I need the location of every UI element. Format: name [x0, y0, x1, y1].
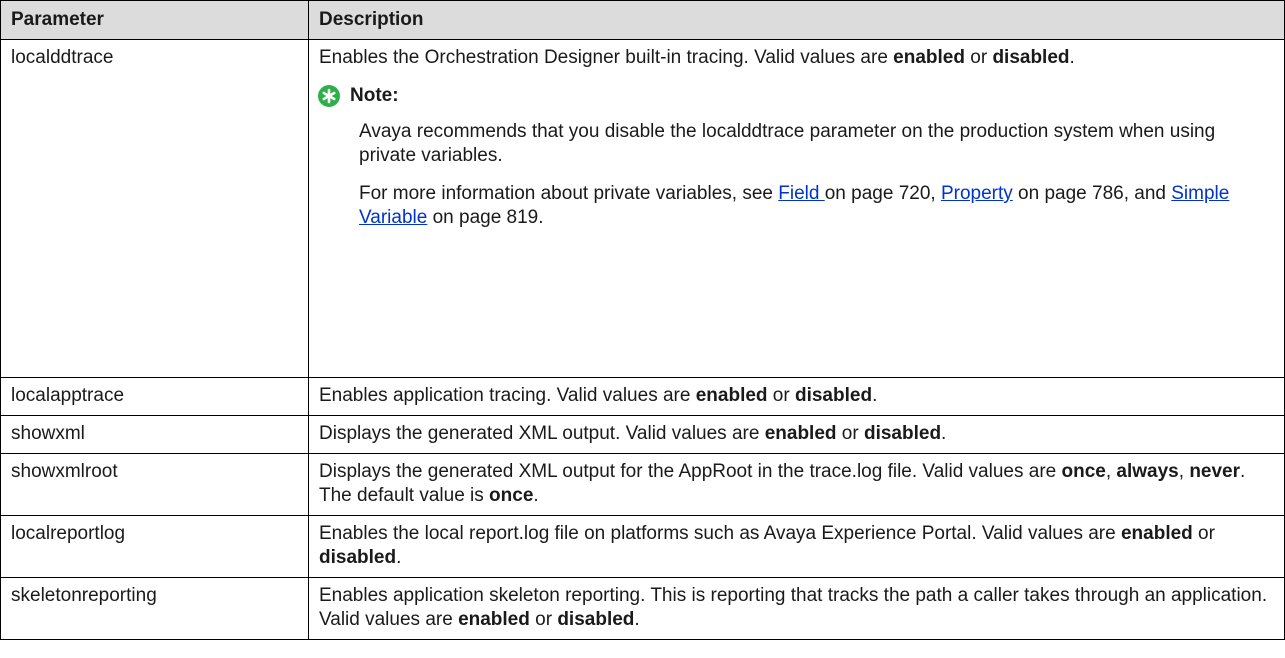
table-row: localapptrace Enables application tracin… — [0, 377, 1285, 416]
header-description: Description — [308, 0, 1285, 40]
header-parameter: Parameter — [0, 0, 309, 40]
star-badge-icon — [318, 85, 340, 107]
note-body: Avaya recommends that you disable the lo… — [319, 120, 1274, 230]
param-cell: skeletonreporting — [0, 577, 309, 640]
table-row: localddtrace Enables the Orchestration D… — [0, 39, 1285, 378]
param-cell: showxmlroot — [0, 453, 309, 516]
parameters-table: Parameter Description localddtrace Enabl… — [0, 0, 1285, 640]
param-cell: localddtrace — [0, 39, 309, 378]
note-paragraph: Avaya recommends that you disable the lo… — [359, 121, 1216, 166]
param-cell: showxml — [0, 415, 309, 454]
table-row: skeletonreporting Enables application sk… — [0, 577, 1285, 640]
note-paragraph-links: For more information about private varia… — [359, 183, 1230, 228]
field-link[interactable]: Field — [778, 183, 824, 204]
description-text: Enables the Orchestration Designer built… — [319, 47, 1075, 68]
description-cell: Enables application skeleton reporting. … — [308, 577, 1285, 640]
description-cell: Displays the generated XML output. Valid… — [308, 415, 1285, 454]
note-title: Note: — [350, 85, 399, 106]
description-cell: Enables the local report.log file on pla… — [308, 515, 1285, 578]
description-cell: Enables the Orchestration Designer built… — [308, 39, 1285, 378]
table-row: showxmlroot Displays the generated XML o… — [0, 453, 1285, 516]
table-row: localreportlog Enables the local report.… — [0, 515, 1285, 578]
description-cell: Enables application tracing. Valid value… — [308, 377, 1285, 416]
note-heading: Note: — [318, 84, 1274, 108]
description-cell: Displays the generated XML output for th… — [308, 453, 1285, 516]
table-header-row: Parameter Description — [0, 0, 1285, 40]
param-cell: localapptrace — [0, 377, 309, 416]
table-row: showxml Displays the generated XML outpu… — [0, 415, 1285, 454]
property-link[interactable]: Property — [941, 183, 1013, 204]
param-cell: localreportlog — [0, 515, 309, 578]
